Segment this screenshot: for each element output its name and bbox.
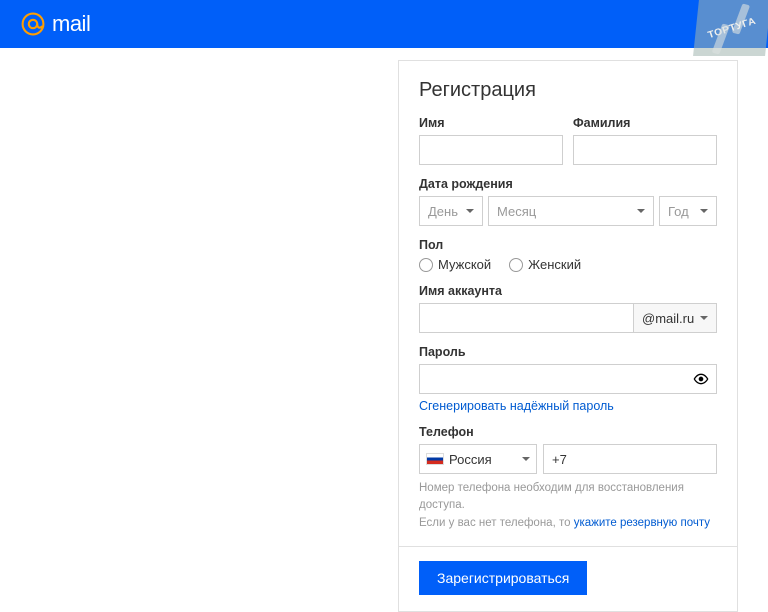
phone-input[interactable] — [543, 444, 717, 474]
at-icon — [20, 11, 46, 37]
last-name-label: Фамилия — [573, 116, 717, 130]
dob-month-select[interactable]: Месяц — [488, 196, 654, 226]
last-name-input[interactable] — [573, 135, 717, 165]
header-bar: mail — [0, 0, 768, 48]
page-title: Регистрация — [419, 79, 717, 102]
first-name-input[interactable] — [419, 135, 563, 165]
watermark: ТОРТУГА — [693, 0, 768, 56]
registration-form: Регистрация Имя Фамилия Дата рождения Де… — [398, 60, 738, 612]
account-label: Имя аккаунта — [419, 284, 717, 298]
first-name-label: Имя — [419, 116, 563, 130]
phone-country-select[interactable]: Россия — [419, 444, 537, 474]
submit-button[interactable]: Зарегистрироваться — [419, 561, 587, 595]
brand-logo[interactable]: mail — [20, 11, 90, 37]
gender-label: Пол — [419, 238, 717, 252]
radio-icon — [419, 258, 433, 272]
backup-email-link[interactable]: укажите резервную почту — [574, 517, 710, 529]
dob-label: Дата рождения — [419, 177, 717, 191]
chevron-down-icon — [700, 316, 708, 320]
dob-day-select[interactable]: День — [419, 196, 483, 226]
chevron-down-icon — [637, 209, 645, 213]
phone-hint: Номер телефона необходим для восстановле… — [419, 480, 717, 532]
brand-text: mail — [52, 11, 90, 37]
radio-icon — [509, 258, 523, 272]
gender-male-radio[interactable]: Мужской — [419, 257, 491, 272]
eye-icon[interactable] — [693, 371, 709, 387]
password-label: Пароль — [419, 345, 717, 359]
chevron-down-icon — [700, 209, 708, 213]
account-input[interactable] — [419, 303, 633, 333]
chevron-down-icon — [522, 457, 530, 461]
phone-label: Телефон — [419, 425, 717, 439]
account-domain-select[interactable]: @mail.ru — [633, 303, 717, 333]
gender-female-radio[interactable]: Женский — [509, 257, 581, 272]
generate-password-link[interactable]: Сгенерировать надёжный пароль — [419, 399, 614, 413]
password-input[interactable] — [419, 364, 717, 394]
chevron-down-icon — [466, 209, 474, 213]
flag-ru-icon — [426, 453, 444, 465]
dob-year-select[interactable]: Год — [659, 196, 717, 226]
